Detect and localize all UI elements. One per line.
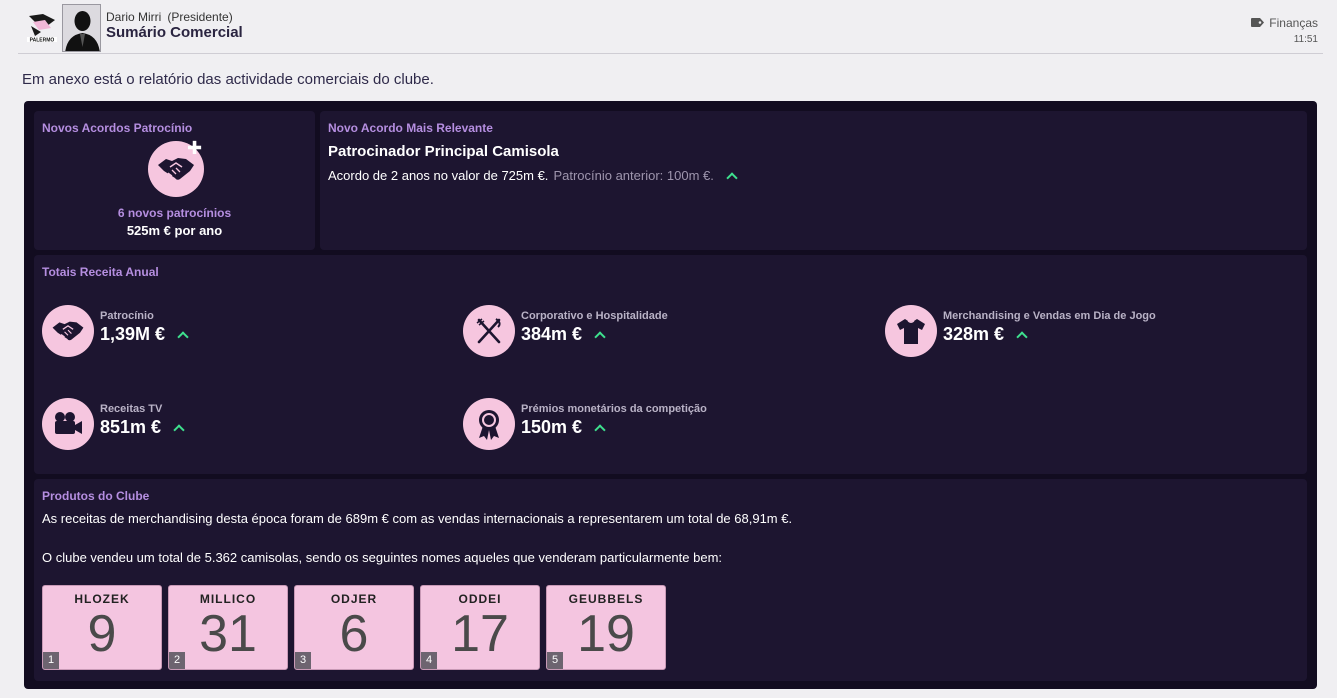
revenue-label: Patrocínio	[100, 310, 154, 322]
revenue-item-prize-money[interactable]: Prémios monetários da competição 150m €	[463, 398, 863, 450]
sender-avatar[interactable]	[62, 4, 101, 52]
shirt-rank: 4	[421, 652, 437, 669]
sender-role: (Presidente)	[167, 10, 233, 24]
revenue-label: Corporativo e Hospitalidade	[521, 310, 668, 322]
shirt-rank: 5	[547, 652, 563, 669]
intro-text: Em anexo está o relatório das actividade…	[22, 71, 434, 88]
shirt-number: 6	[339, 605, 369, 663]
merchandising-revenue-text: As receitas de merchandising desta época…	[42, 511, 793, 526]
cutlery-icon	[463, 305, 515, 357]
top-shirt-5[interactable]: GEUBBELS 19 5	[546, 585, 666, 670]
commercial-summary-panel: Novos Acordos Patrocínio ✚ 6 novos patro…	[24, 101, 1317, 689]
revenue-item-corporate[interactable]: Corporativo e Hospitalidade 384m €	[463, 305, 863, 357]
trend-up-icon	[177, 330, 189, 343]
deal-previous-text: Patrocínio anterior: 100m €.	[553, 168, 714, 183]
revenue-value-text: 384m €	[521, 324, 583, 344]
trend-up-icon	[173, 423, 185, 436]
shirt-number: 9	[87, 605, 117, 663]
revenue-value-text: 328m €	[943, 324, 1005, 344]
top-shirt-3[interactable]: ODJER 6 3	[294, 585, 414, 670]
revenue-item-merchandising[interactable]: Merchandising e Vendas em Dia de Jogo 32…	[885, 305, 1285, 357]
category-label: Finanças	[1269, 16, 1318, 30]
shirt-number: 17	[451, 605, 509, 663]
card-title: Novos Acordos Patrocínio	[42, 121, 193, 135]
annual-revenue-card: Totais Receita Anual Patrocínio 1,39M €	[34, 255, 1307, 474]
revenue-value-text: 150m €	[521, 417, 583, 437]
deal-value-text: Acordo de 2 anos no valor de 725m €.	[328, 168, 549, 183]
shirt-number: 19	[577, 605, 635, 663]
revenue-value-text: 851m €	[100, 417, 162, 437]
new-sponsors-count[interactable]: 6 novos patrocínios	[34, 206, 315, 220]
shirt-sales-text: O clube vendeu um total de 5.362 camisol…	[42, 550, 723, 565]
revenue-label: Prémios monetários da competição	[521, 403, 707, 415]
shirt-number: 31	[199, 605, 257, 663]
club-logo-icon[interactable]: PALERMO	[25, 12, 59, 44]
header-divider	[18, 53, 1323, 54]
sender-line: Dario Mirri (Presidente)	[106, 10, 233, 24]
message-subject: Sumário Comercial	[106, 24, 243, 41]
club-logo-text: PALERMO	[30, 38, 55, 44]
revenue-value-text: 1,39M €	[100, 324, 166, 344]
revenue-item-tv[interactable]: Receitas TV 851m €	[42, 398, 442, 450]
revenue-label: Merchandising e Vendas em Dia de Jogo	[943, 310, 1156, 322]
new-sponsorships-card: Novos Acordos Patrocínio ✚ 6 novos patro…	[34, 111, 315, 250]
card-title: Totais Receita Anual	[42, 265, 159, 279]
top-shirt-4[interactable]: ODDEI 17 4	[420, 585, 540, 670]
plus-icon: ✚	[187, 138, 203, 158]
award-icon	[463, 398, 515, 450]
revenue-value: 851m €	[100, 417, 185, 438]
revenue-value: 384m €	[521, 324, 606, 345]
trend-up-icon	[1016, 330, 1028, 343]
revenue-label: Receitas TV	[100, 403, 163, 415]
revenue-item-sponsorship[interactable]: Patrocínio 1,39M €	[42, 305, 442, 357]
revenue-value: 1,39M €	[100, 324, 189, 345]
camera-icon	[42, 398, 94, 450]
card-title: Produtos do Clube	[42, 489, 150, 503]
deal-name: Patrocinador Principal Camisola	[328, 143, 559, 160]
top-shirt-2[interactable]: MILLICO 31 2	[168, 585, 288, 670]
trend-up-icon	[726, 171, 738, 184]
sender-name[interactable]: Dario Mirri	[106, 10, 161, 24]
club-products-card: Produtos do Clube As receitas de merchan…	[34, 479, 1307, 681]
revenue-value: 328m €	[943, 324, 1028, 345]
card-title: Novo Acordo Mais Relevante	[328, 121, 493, 135]
revenue-value: 150m €	[521, 417, 606, 438]
top-shirt-1[interactable]: HLOZEK 9 1	[42, 585, 162, 670]
shirt-icon	[885, 305, 937, 357]
tag-icon	[1251, 16, 1265, 30]
message-header: PALERMO Dario Mirri (Presidente) Sumário …	[0, 0, 1337, 54]
trend-up-icon	[594, 330, 606, 343]
message-time: 11:51	[1293, 34, 1318, 45]
handshake-icon	[42, 305, 94, 357]
new-sponsors-total: 525m € por ano	[126, 223, 223, 238]
shirt-rank: 3	[295, 652, 311, 669]
shirt-rank: 2	[169, 652, 185, 669]
deal-description: Acordo de 2 anos no valor de 725m €. Pat…	[328, 168, 738, 184]
shirt-rank: 1	[43, 652, 59, 669]
top-deal-card: Novo Acordo Mais Relevante Patrocinador …	[320, 111, 1307, 250]
category-tag[interactable]: Finanças	[1251, 16, 1318, 30]
trend-up-icon	[594, 423, 606, 436]
